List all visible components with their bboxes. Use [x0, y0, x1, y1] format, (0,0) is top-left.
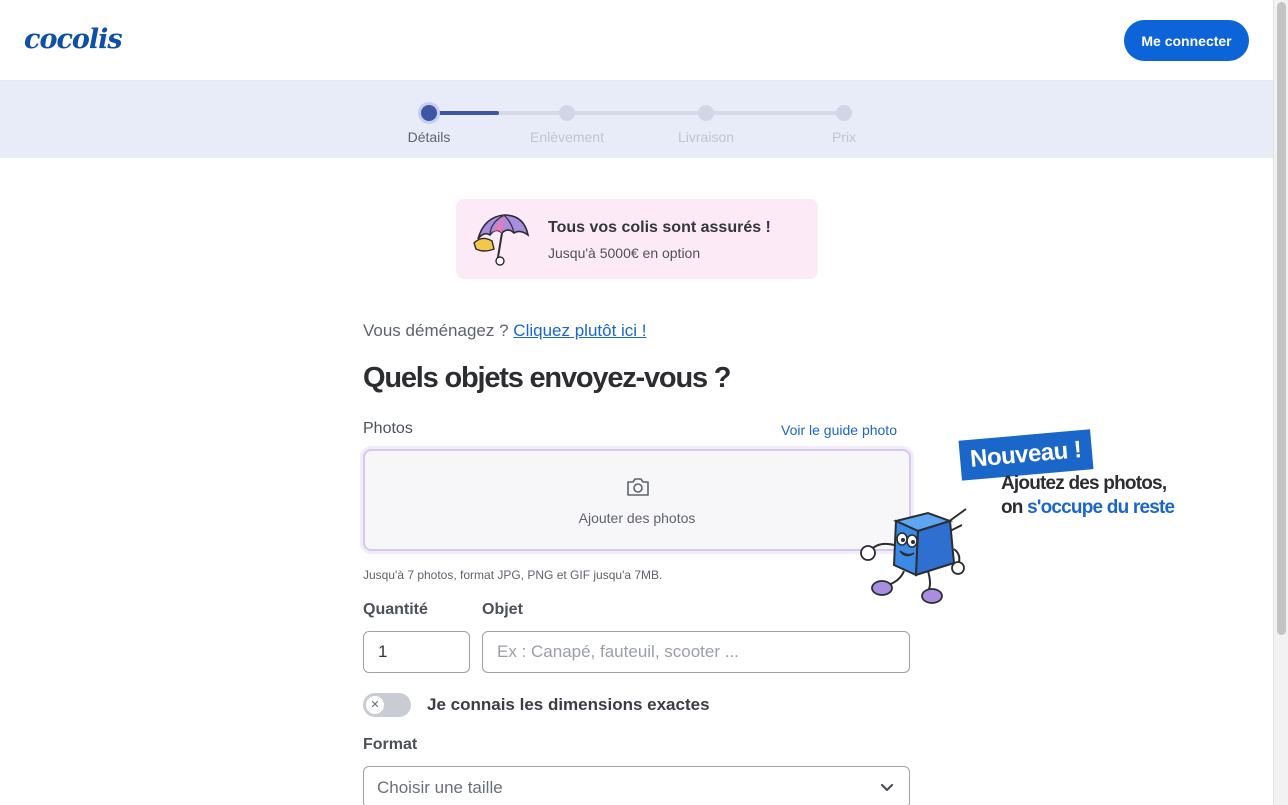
promo-line-1: Ajoutez des photos, — [1001, 473, 1167, 494]
box-mascot-icon — [860, 508, 967, 604]
add-photos-label: Ajouter des photos — [578, 510, 696, 526]
step-track-2 — [567, 111, 706, 115]
umbrella-icon — [473, 214, 530, 266]
moving-question: Vous déménagez ? — [363, 321, 509, 340]
dimensions-toggle-label: Je connais les dimensions exactes — [427, 695, 710, 714]
dimensions-toggle[interactable]: ✕ — [363, 693, 411, 717]
login-button[interactable]: Me connecter — [1124, 20, 1249, 61]
vertical-scrollbar[interactable] — [1273, 0, 1288, 805]
photos-label: Photos — [363, 420, 413, 437]
promo-line-2-prefix: on — [1001, 497, 1028, 518]
cocolis-logo[interactable]: cocolis — [24, 24, 123, 55]
step-dot-details — [421, 105, 437, 121]
step-dot-delivery — [698, 105, 714, 121]
format-label: Format — [363, 736, 418, 753]
close-icon: ✕ — [366, 696, 384, 714]
object-label: Objet — [482, 601, 523, 618]
step-label-pickup: Enlèvement — [530, 129, 604, 145]
format-selected-value: Choisir une taille — [377, 778, 503, 797]
insurance-subtitle: Jusqu'à 5000€ en option — [548, 245, 701, 261]
header: cocolis Me connecter — [0, 0, 1273, 81]
moving-prompt: Vous déménagez ? Cliquez plutôt ici ! — [363, 321, 647, 341]
quantity-input[interactable] — [363, 631, 470, 673]
progress-stepper: Détails Enlèvement Livraison Prix — [0, 81, 1273, 158]
scrollbar-thumb[interactable] — [1277, 2, 1286, 635]
add-photos-dropzone[interactable]: Ajouter des photos — [363, 449, 911, 551]
step-track-3 — [706, 111, 844, 115]
photos-hint: Jusqu'à 7 photos, format JPG, PNG et GIF… — [363, 568, 663, 582]
page-title: Quels objets envoyez-vous ? — [363, 362, 731, 394]
camera-icon — [627, 478, 649, 496]
photos-promo: Nouveau ! Ajoutez des photos, on s'occup… — [858, 425, 1188, 605]
step-label-delivery: Livraison — [677, 129, 735, 145]
step-dot-pickup — [559, 105, 575, 121]
format-select[interactable]: Choisir une taille — [363, 766, 910, 805]
moving-link[interactable]: Cliquez plutôt ici ! — [513, 321, 646, 340]
step-progress-fill — [429, 111, 499, 115]
step-label-details: Détails — [407, 129, 451, 145]
object-input[interactable] — [482, 631, 910, 673]
step-dot-price — [836, 105, 852, 121]
step-label-price: Prix — [831, 129, 857, 145]
promo-line-2: on s'occupe du reste — [1001, 497, 1175, 519]
quantity-label: Quantité — [363, 601, 428, 618]
promo-line-2-highlight: s'occupe du reste — [1027, 497, 1175, 518]
insurance-title: Tous vos colis sont assurés ! — [548, 219, 771, 236]
insurance-banner: Tous vos colis sont assurés ! Jusqu'à 50… — [456, 199, 818, 279]
chevron-down-icon — [880, 783, 894, 792]
